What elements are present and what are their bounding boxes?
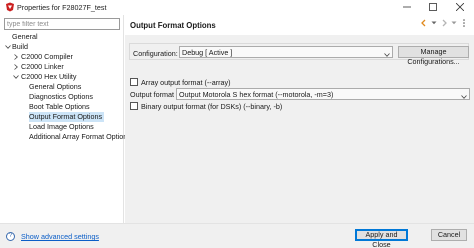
- page-header: Output Format Options: [125, 15, 474, 35]
- tree-item-c2000-linker[interactable]: C2000 Linker: [21, 62, 66, 72]
- maximize-button[interactable]: [420, 0, 446, 15]
- tree-item-boot-table-options[interactable]: Boot Table Options: [29, 102, 92, 112]
- tree-item-build[interactable]: Build: [12, 42, 30, 52]
- tree-item-diagnostics-options[interactable]: Diagnostics Options: [29, 92, 95, 102]
- configuration-group: Configuration: Debug [ Active ] Manage C…: [129, 43, 469, 66]
- tree-item-load-image-options[interactable]: Load Image Options: [29, 122, 96, 132]
- chevron-down-icon: [384, 50, 390, 57]
- title-bar: Properties for F28027F_test: [0, 0, 474, 15]
- output-format-label: Output format: [130, 90, 174, 99]
- binary-output-checkbox[interactable]: [130, 102, 138, 110]
- chevron-right-icon[interactable]: [12, 62, 20, 72]
- configuration-select[interactable]: Debug [ Active ]: [179, 46, 393, 58]
- tree-item-output-format-options[interactable]: Output Format Options: [29, 112, 105, 122]
- navigation-pane: General Build C2000 Compiler C2000 Linke…: [0, 15, 127, 223]
- array-output-checkbox[interactable]: [130, 78, 138, 86]
- page-title: Output Format Options: [130, 21, 216, 30]
- chevron-down-icon: [461, 92, 467, 99]
- tree-item-additional-array-format-option[interactable]: Additional Array Format Option: [29, 132, 129, 142]
- minimize-icon: [403, 3, 411, 13]
- forward-arrow-icon[interactable]: [439, 18, 448, 28]
- back-arrow-icon[interactable]: [419, 18, 428, 28]
- manage-configurations-button[interactable]: Manage Configurations...: [398, 46, 469, 66]
- tree-item-c2000-compiler[interactable]: C2000 Compiler: [21, 52, 75, 62]
- configuration-label: Configuration:: [133, 49, 178, 58]
- minimize-button[interactable]: [394, 0, 420, 15]
- chevron-right-icon[interactable]: [12, 52, 20, 62]
- close-icon: [455, 2, 465, 13]
- chevron-down-icon[interactable]: [4, 42, 12, 52]
- view-menu-icon[interactable]: [429, 18, 438, 28]
- help-icon[interactable]: ?: [6, 232, 15, 241]
- more-options-icon[interactable]: [459, 18, 468, 28]
- app-icon: [5, 2, 15, 12]
- apply-and-close-button[interactable]: Apply and Close: [355, 229, 408, 248]
- cancel-button[interactable]: Cancel: [431, 229, 467, 241]
- configuration-value: Debug [ Active ]: [182, 48, 233, 57]
- page-nav-icons: [419, 18, 468, 28]
- close-button[interactable]: [446, 0, 474, 15]
- tree-item-general[interactable]: General: [12, 32, 40, 42]
- tree-item-c2000-hex-utility[interactable]: C2000 Hex Utility: [21, 72, 79, 82]
- show-advanced-settings-link[interactable]: Show advanced settings: [21, 232, 99, 241]
- array-output-label: Array output format (--array): [141, 78, 231, 87]
- output-format-select[interactable]: Output Motorola S hex format (--motorola…: [176, 88, 470, 100]
- filter-input[interactable]: [4, 18, 120, 30]
- dialog-footer: ? Show advanced settings Apply and Close…: [0, 223, 474, 248]
- maximize-icon: [429, 2, 437, 13]
- property-page: Output Format Options Configuration: Deb…: [125, 15, 474, 223]
- view-menu-icon[interactable]: [449, 18, 458, 28]
- output-format-value: Output Motorola S hex format (--motorola…: [179, 90, 334, 99]
- tree-item-general-options[interactable]: General Options: [29, 82, 83, 92]
- binary-output-label: Binary output format (for DSKs) (--binar…: [141, 102, 283, 111]
- window-title: Properties for F28027F_test: [17, 3, 107, 12]
- chevron-down-icon[interactable]: [12, 72, 20, 82]
